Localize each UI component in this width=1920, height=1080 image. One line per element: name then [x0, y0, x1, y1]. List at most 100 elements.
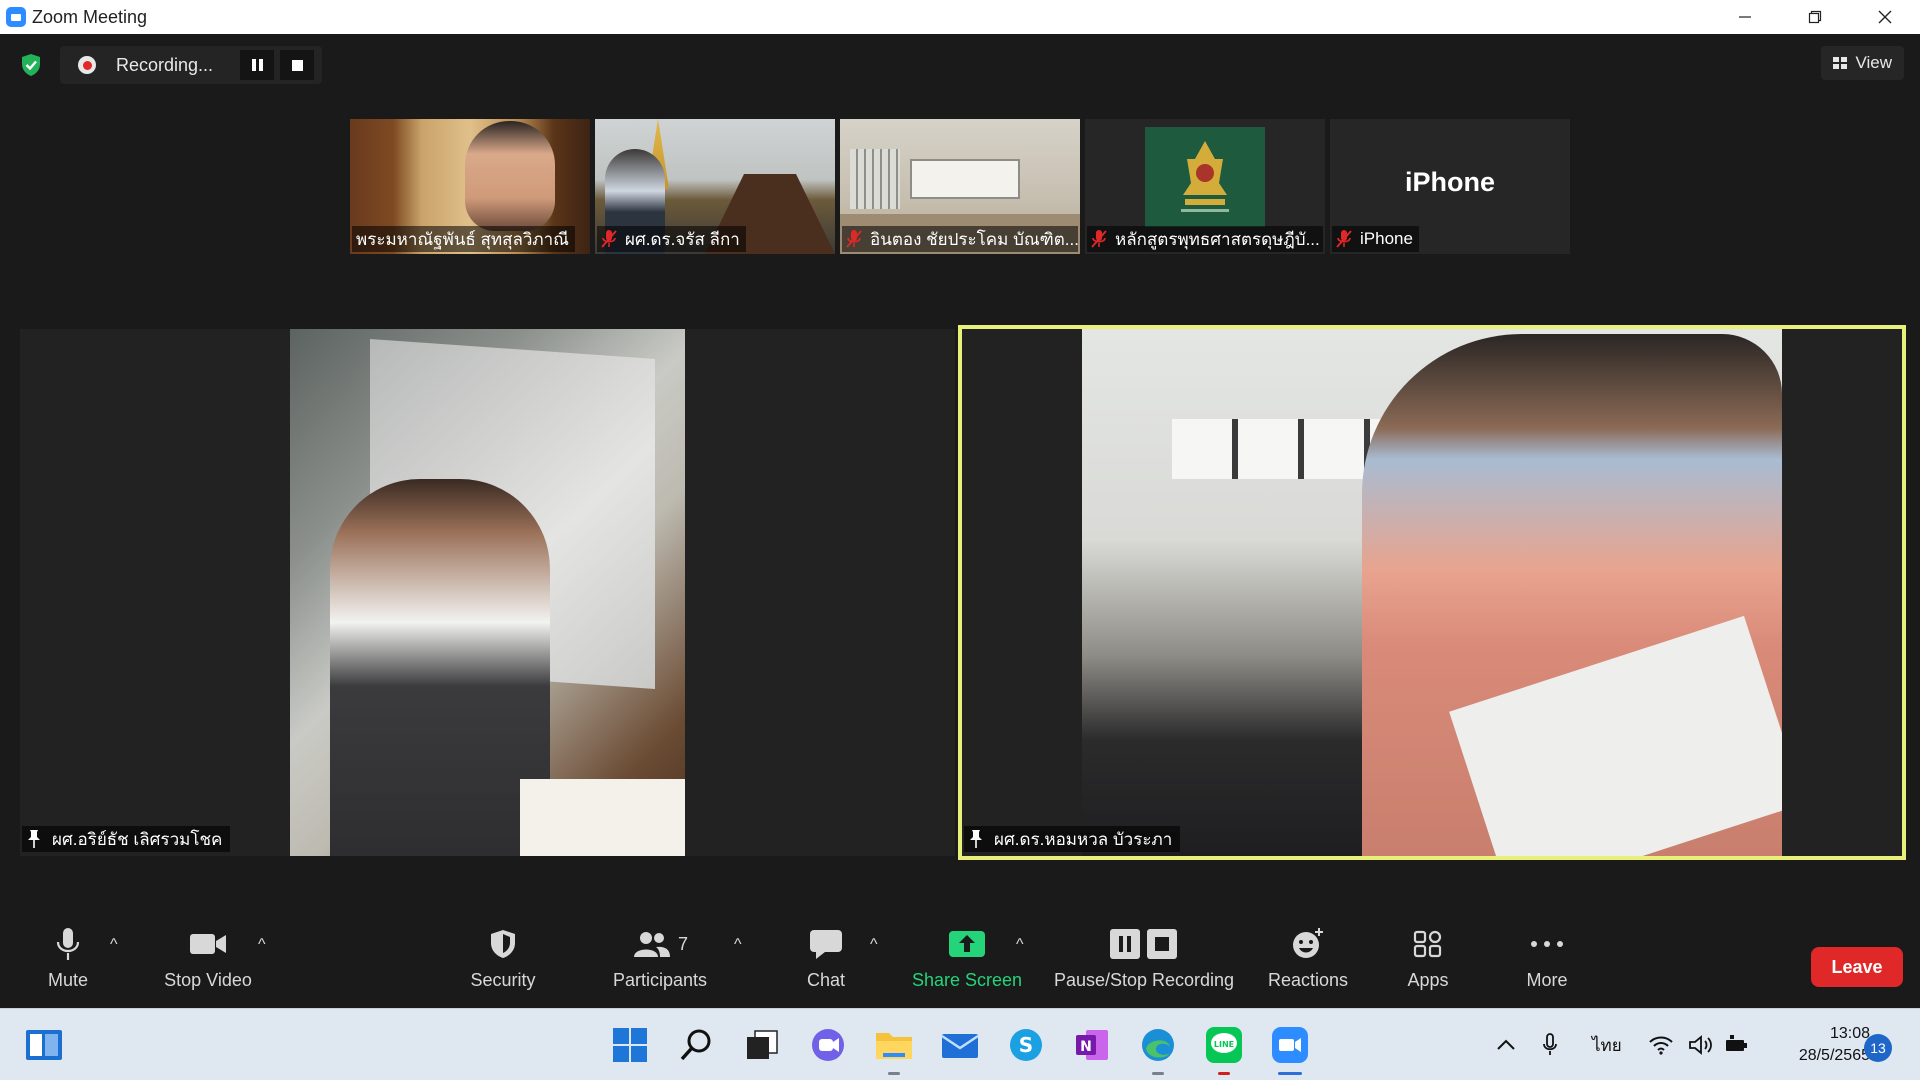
- apps-label: Apps: [1407, 970, 1449, 990]
- participant-count: 7: [677, 933, 688, 954]
- more-button[interactable]: More: [1487, 924, 1607, 991]
- restore-icon: [1808, 10, 1822, 24]
- taskbar-clock[interactable]: 13:08 28/5/2565: [1770, 1023, 1870, 1067]
- pause-icon: [251, 59, 263, 71]
- skype-button[interactable]: S: [1004, 1023, 1048, 1067]
- view-label: View: [1855, 53, 1892, 72]
- chat-label: Chat: [806, 970, 846, 990]
- widgets-button[interactable]: [22, 1023, 66, 1067]
- start-button[interactable]: [608, 1023, 652, 1067]
- apps-icon: [1412, 924, 1444, 964]
- view-button[interactable]: View: [1821, 46, 1904, 80]
- search-button[interactable]: [674, 1023, 718, 1067]
- participant-name-label: iPhone: [1332, 226, 1419, 252]
- participant-thumbnail-strip: พระมหาณัฐพันธ์ สุทสุลวิภาณี ผศ.ดร.จรัส ล…: [350, 119, 1570, 254]
- edge-browser-icon: [1142, 1029, 1174, 1061]
- participant-name: iPhone: [1360, 229, 1413, 248]
- battery-tray-button[interactable]: [1724, 1009, 1750, 1080]
- video-options-chevron-up-icon[interactable]: ^: [258, 936, 266, 954]
- participant-name: พระมหาณัฐพันธ์ สุทสุลวิภาณี: [356, 229, 569, 249]
- participant-thumbnail[interactable]: ผศ.ดร.จรัส ลีกา: [595, 119, 835, 254]
- clock-time: 13:08: [1829, 1025, 1870, 1042]
- main-video-tile-active-speaker[interactable]: ผศ.ดร.หอมหวล บัวระภา: [962, 329, 1902, 856]
- grid-view-icon: [1833, 57, 1848, 69]
- line-app-button[interactable]: LINE: [1202, 1023, 1246, 1075]
- microphone-tray-button[interactable]: [1542, 1009, 1558, 1080]
- clock-date: 28/5/2565: [1798, 1047, 1870, 1064]
- chat-options-chevron-up-icon[interactable]: ^: [870, 936, 878, 954]
- close-icon: [1878, 10, 1892, 24]
- edge-browser-button[interactable]: [1136, 1023, 1180, 1075]
- microphone-icon: [55, 924, 81, 964]
- battery-charging-icon: [1726, 1035, 1747, 1051]
- folder-icon: [876, 1033, 912, 1059]
- participants-options-chevron-up-icon[interactable]: ^: [734, 936, 742, 954]
- zoom-app-button[interactable]: [1268, 1023, 1312, 1075]
- participant-thumbnail[interactable]: iPhone iPhone: [1330, 119, 1570, 254]
- security-label: Security: [470, 970, 536, 990]
- chat-button[interactable]: Chat: [766, 924, 886, 991]
- zoom-meeting-window: Zoom Meeting Recording... View พระมหาณัฐ…: [0, 0, 1920, 1080]
- main-video-tile[interactable]: ผศ.อริย์ธัช เลิศรวมโชค: [20, 329, 955, 856]
- minimize-icon: [1739, 16, 1751, 18]
- participants-label: Participants: [612, 970, 708, 990]
- video-camera-icon: [189, 924, 227, 964]
- apps-button[interactable]: Apps: [1368, 924, 1488, 991]
- speaker-volume-icon: [1689, 1035, 1712, 1055]
- restore-button[interactable]: [1780, 0, 1850, 34]
- participant-name: ผศ.ดร.หอมหวล บัวระภา: [994, 829, 1173, 849]
- wifi-tray-button[interactable]: [1648, 1009, 1674, 1080]
- pause-recording-button[interactable]: [240, 50, 274, 80]
- windows-start-icon: [613, 1028, 647, 1062]
- participants-button[interactable]: 7 Participants: [600, 924, 720, 991]
- window-title: Zoom Meeting: [32, 6, 148, 27]
- teams-chat-button[interactable]: [806, 1023, 850, 1067]
- stop-video-label: Stop Video: [164, 970, 252, 990]
- leave-button[interactable]: Leave: [1811, 947, 1903, 987]
- notification-count-badge[interactable]: 13: [1864, 1034, 1892, 1062]
- widgets-icon: [26, 1030, 62, 1060]
- line-app-icon: LINE: [1206, 1027, 1242, 1063]
- mic-muted-icon: [846, 230, 862, 248]
- language-indicator[interactable]: ไทย: [1592, 1009, 1622, 1080]
- participant-name-label: หลักสูตรพุทธศาสตรดุษฎีบั...: [1087, 226, 1323, 252]
- pause-stop-recording-button[interactable]: Pause/Stop Recording: [1054, 924, 1234, 991]
- participant-name-label: พระมหาณัฐพันธ์ สุทสุลวิภาณี: [352, 226, 575, 252]
- more-label: More: [1526, 970, 1568, 990]
- stop-recording-button[interactable]: [280, 50, 314, 80]
- participants-icon: [633, 932, 670, 957]
- mute-button[interactable]: Mute: [8, 924, 128, 991]
- teams-chat-icon: [812, 1029, 844, 1061]
- mail-icon: [941, 1034, 979, 1058]
- svg-text:N: N: [1080, 1039, 1092, 1055]
- pin-icon: [28, 830, 40, 848]
- file-explorer-button[interactable]: [872, 1023, 916, 1075]
- svg-text:LINE: LINE: [1214, 1040, 1234, 1049]
- share-options-chevron-up-icon[interactable]: ^: [1016, 936, 1024, 954]
- participant-thumbnail[interactable]: พระมหาณัฐพันธ์ สุทสุลวิภาณี: [350, 119, 590, 254]
- participant-thumbnail[interactable]: อินตอง ชัยประโคม บัณฑิต...: [840, 119, 1080, 254]
- meeting-area: Recording... View พระมหาณัฐพันธ์ สุทสุลว: [0, 34, 1920, 1008]
- pause-stop-recording-icon: [1109, 924, 1179, 964]
- volume-tray-button[interactable]: [1688, 1009, 1714, 1080]
- stop-video-button[interactable]: Stop Video: [148, 924, 268, 991]
- windows-taskbar: S N LINE ไทย 13:08 28/5/2565 13: [0, 1008, 1920, 1080]
- audio-options-chevron-up-icon[interactable]: ^: [110, 936, 118, 954]
- meeting-status-bar: Recording...: [14, 46, 322, 84]
- mail-button[interactable]: [938, 1023, 982, 1067]
- show-hidden-icons-button[interactable]: [1496, 1009, 1516, 1080]
- participant-thumbnail[interactable]: หลักสูตรพุทธศาสตรดุษฎีบั...: [1085, 119, 1325, 254]
- participant-name-label: ผศ.ดร.จรัส ลีกา: [597, 226, 746, 252]
- pin-icon: [970, 830, 982, 848]
- encryption-shield-icon[interactable]: [14, 48, 48, 82]
- minimize-button[interactable]: [1710, 0, 1780, 34]
- stop-icon: [291, 59, 303, 71]
- reactions-button[interactable]: Reactions: [1248, 924, 1368, 991]
- close-button[interactable]: [1850, 0, 1920, 34]
- onenote-button[interactable]: N: [1070, 1023, 1114, 1067]
- title-bar: Zoom Meeting: [0, 0, 1920, 34]
- chevron-up-icon: [1497, 1039, 1515, 1050]
- security-button[interactable]: Security: [443, 924, 563, 991]
- share-screen-button[interactable]: Share Screen: [907, 924, 1027, 991]
- task-view-button[interactable]: [740, 1023, 784, 1067]
